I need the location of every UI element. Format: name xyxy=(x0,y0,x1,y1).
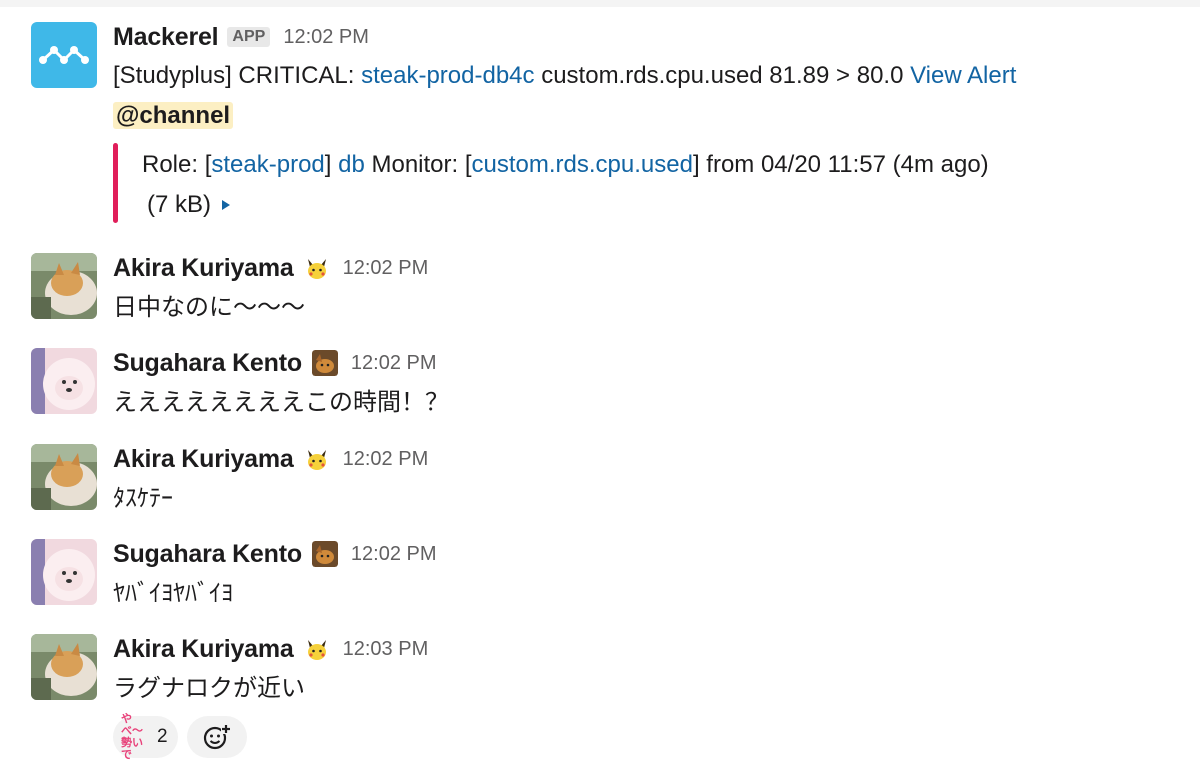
dog-emoji-icon xyxy=(311,350,338,376)
message-kento-2: Sugahara Kento 12:02 PM ﾔﾊﾞｲﾖﾔﾊﾞｲﾖ xyxy=(113,539,437,610)
mackerel-app-avatar[interactable] xyxy=(31,22,97,88)
pikachu-emoji-icon xyxy=(307,640,326,660)
message-akira-3: Akira Kuriyama 12:03 PM ラグナロクが近い xyxy=(113,634,428,705)
monitor-time: ] from 04/20 11:57 (4m ago) xyxy=(692,151,989,178)
timestamp[interactable]: 12:02 PM xyxy=(343,257,429,280)
pikachu-emoji-icon xyxy=(307,259,326,279)
timestamp[interactable]: 12:02 PM xyxy=(351,352,437,375)
message-text: ラグナロクが近い xyxy=(113,675,305,702)
cat-photo-avatar xyxy=(31,634,97,700)
timestamp[interactable]: 12:02 PM xyxy=(343,448,429,471)
attachment-color-bar xyxy=(113,143,118,223)
pikachu-emoji-icon xyxy=(307,450,326,470)
cat-photo-avatar xyxy=(31,253,97,319)
reaction-yabe[interactable]: やべ〜 勢いで 2 xyxy=(113,713,178,761)
view-alert-link[interactable]: View Alert xyxy=(910,62,1016,89)
sender-name[interactable]: Mackerel xyxy=(113,23,219,52)
emoji-text-line1: やべ〜 xyxy=(121,713,143,737)
pomeranian-photo-avatar xyxy=(31,539,97,605)
message-kento-1: Sugahara Kento 12:02 PM ええええええええこの時間！？ xyxy=(113,348,449,419)
role-link[interactable]: steak-prod xyxy=(211,151,324,178)
alert-attachment: Role: [steak-prod] db Monitor: [custom.r… xyxy=(113,143,1103,223)
dog-emoji-icon xyxy=(311,541,338,567)
reaction-bar: やべ〜 勢いで 2 xyxy=(113,713,256,761)
sender-name[interactable]: Akira Kuriyama xyxy=(113,635,294,664)
avatar-akira[interactable] xyxy=(31,444,97,510)
message-text: ﾀｽｹﾃｰ xyxy=(113,485,173,512)
sender-name[interactable]: Akira Kuriyama xyxy=(113,445,294,474)
message-akira-2: Akira Kuriyama 12:02 PM ﾀｽｹﾃｰ xyxy=(113,444,428,515)
avatar-kento[interactable] xyxy=(31,348,97,414)
monitor-label: Monitor: [ xyxy=(364,151,472,178)
cat-photo-avatar xyxy=(31,444,97,510)
message-text: 日中なのに〜〜〜 xyxy=(113,294,305,321)
sender-name[interactable]: Akira Kuriyama xyxy=(113,254,294,283)
app-badge: APP xyxy=(227,27,271,47)
sender-name[interactable]: Sugahara Kento xyxy=(113,540,302,569)
sender-name[interactable]: Sugahara Kento xyxy=(113,349,302,378)
timestamp[interactable]: 12:02 PM xyxy=(351,543,437,566)
avatar-akira[interactable] xyxy=(31,634,97,700)
top-edge xyxy=(0,0,1200,7)
add-emoji-icon xyxy=(203,724,231,750)
attachment-size: (7 kB) xyxy=(147,191,212,218)
message-text: ﾔﾊﾞｲﾖﾔﾊﾞｲﾖ xyxy=(113,580,233,607)
host-link[interactable]: steak-prod-db4c xyxy=(361,62,534,89)
channel-mention[interactable]: @channel xyxy=(113,102,234,129)
role-label: Role: [ xyxy=(142,151,212,178)
mackerel-logo-icon xyxy=(39,46,89,64)
avatar-akira[interactable] xyxy=(31,253,97,319)
avatar-kento[interactable] xyxy=(31,539,97,605)
caret-right-icon[interactable] xyxy=(219,198,233,212)
message-akira-1: Akira Kuriyama 12:02 PM 日中なのに〜〜〜 xyxy=(113,253,428,324)
alert-text-middle: custom.rds.cpu.used 81.89 > 80.0 xyxy=(534,62,911,89)
reaction-count: 2 xyxy=(157,726,168,747)
pomeranian-photo-avatar xyxy=(31,348,97,414)
emoji-text-line2: 勢いで xyxy=(121,737,143,761)
message-text: ええええええええこの時間！？ xyxy=(113,389,449,416)
db-link[interactable]: db xyxy=(338,151,365,178)
alert-text-prefix: [Studyplus] CRITICAL: xyxy=(113,62,362,89)
add-reaction-button[interactable] xyxy=(186,716,247,758)
timestamp[interactable]: 12:02 PM xyxy=(283,26,369,49)
role-close: ] xyxy=(324,151,339,178)
message-mackerel: Mackerel APP 12:02 PM [Studyplus] CRITIC… xyxy=(113,22,1016,132)
monitor-link[interactable]: custom.rds.cpu.used xyxy=(472,151,693,178)
timestamp[interactable]: 12:03 PM xyxy=(343,638,429,661)
yabe-emoji-icon: やべ〜 勢いで xyxy=(121,713,153,761)
